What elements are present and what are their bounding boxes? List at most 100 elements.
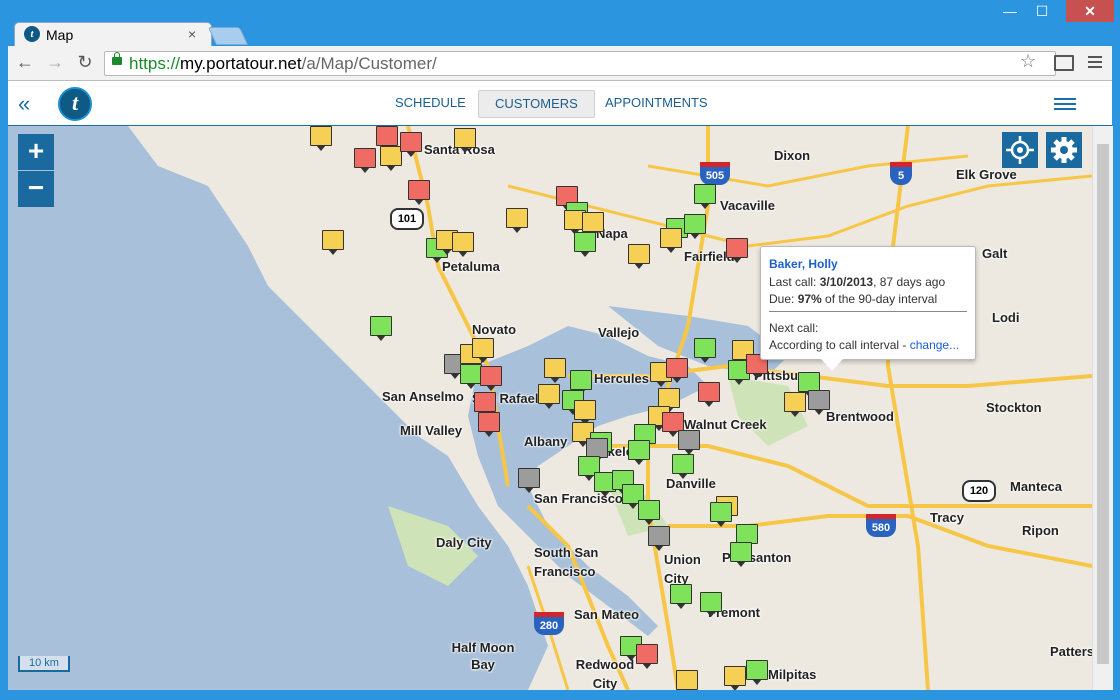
customer-marker[interactable] <box>676 670 698 690</box>
place-label: Patterson <box>1050 644 1092 659</box>
customer-marker[interactable] <box>694 338 716 363</box>
customer-marker[interactable] <box>480 366 502 391</box>
zoom-out-button[interactable]: − <box>18 171 54 207</box>
customer-name-link[interactable]: Baker, Holly <box>769 257 838 271</box>
place-label: Dixon <box>774 148 811 163</box>
portatour-favicon-icon: t <box>24 26 40 42</box>
browser-tab[interactable]: t Map × <box>14 22 212 47</box>
customer-marker[interactable] <box>724 666 746 690</box>
place-label: Brentwood <box>826 409 894 424</box>
customer-marker[interactable] <box>670 584 692 609</box>
customer-marker[interactable] <box>478 412 500 437</box>
customer-marker[interactable] <box>400 132 422 157</box>
cast-icon[interactable] <box>1054 55 1074 71</box>
highway-shield: 120 <box>962 480 996 502</box>
customer-marker[interactable] <box>684 214 706 239</box>
customer-marker[interactable] <box>376 126 398 151</box>
customer-marker[interactable] <box>636 644 658 669</box>
locate-button[interactable] <box>1002 132 1038 168</box>
customer-marker[interactable] <box>518 468 540 493</box>
due-row: Due: 97% of the 90-day interval <box>769 292 938 306</box>
place-label: Lodi <box>992 310 1020 325</box>
tab-schedule[interactable]: SCHEDULE <box>379 90 482 116</box>
tab-close-icon[interactable]: × <box>188 26 196 42</box>
customer-marker[interactable] <box>570 370 592 395</box>
customer-marker[interactable] <box>582 212 604 237</box>
place-label: Stockton <box>986 400 1042 415</box>
tab-appointments[interactable]: APPOINTMENTS <box>589 90 724 116</box>
highway-shield: 5 <box>890 162 912 185</box>
customer-marker[interactable] <box>784 392 806 417</box>
place-label: San Anselmo <box>382 389 464 404</box>
forward-arrow-icon[interactable]: → <box>44 52 66 73</box>
customer-marker[interactable] <box>628 440 650 465</box>
window-close-button[interactable]: ✕ <box>1066 0 1114 22</box>
customer-marker[interactable] <box>638 500 660 525</box>
new-tab-button[interactable] <box>207 27 249 45</box>
customer-marker[interactable] <box>574 400 596 425</box>
next-call-label: Next call: <box>769 321 819 335</box>
customer-marker[interactable] <box>694 184 716 209</box>
customer-marker[interactable] <box>454 128 476 153</box>
customer-marker[interactable] <box>574 232 596 257</box>
back-arrow-icon[interactable]: ← <box>14 52 36 73</box>
place-label: Mill Valley <box>400 423 463 438</box>
customer-marker[interactable] <box>730 542 752 567</box>
chrome-menu-icon[interactable] <box>1088 56 1102 71</box>
customer-marker[interactable] <box>736 524 758 549</box>
customer-marker[interactable] <box>672 454 694 479</box>
customer-marker[interactable] <box>746 660 768 685</box>
place-label: Danville <box>666 476 716 491</box>
highway-shield: 505 <box>700 162 730 185</box>
place-label: Ripon <box>1022 523 1059 538</box>
map-canvas[interactable]: Santa Rosa Dixon Elk Grove Vacaville Nap… <box>8 126 1092 690</box>
customer-marker[interactable] <box>808 390 830 415</box>
customer-marker[interactable] <box>658 388 680 413</box>
settings-button[interactable] <box>1046 132 1082 168</box>
window-minimize-button[interactable]: — <box>994 0 1026 22</box>
bookmark-star-icon[interactable]: ☆ <box>1020 51 1036 72</box>
lock-icon <box>112 52 122 65</box>
customer-marker[interactable] <box>538 384 560 409</box>
customer-marker[interactable] <box>798 372 820 397</box>
customer-marker[interactable] <box>710 502 732 527</box>
scrollbar-thumb[interactable] <box>1097 144 1109 664</box>
vertical-scrollbar[interactable] <box>1092 126 1113 690</box>
customer-marker[interactable] <box>322 230 344 255</box>
customer-marker[interactable] <box>474 392 496 417</box>
zoom-in-button[interactable]: + <box>18 134 54 170</box>
customer-marker[interactable] <box>506 208 528 233</box>
customer-marker[interactable] <box>648 526 670 551</box>
collapse-chevrons-icon[interactable]: « <box>18 91 31 117</box>
customer-marker[interactable] <box>666 358 688 383</box>
tab-customers[interactable]: CUSTOMERS <box>478 90 595 118</box>
customer-marker[interactable] <box>310 126 332 151</box>
customer-marker[interactable] <box>408 180 430 205</box>
place-label: South San Francisco <box>534 545 599 579</box>
customer-marker[interactable] <box>678 430 700 455</box>
customer-marker[interactable] <box>472 338 494 363</box>
window-maximize-button[interactable]: ☐ <box>1026 0 1058 22</box>
customer-marker[interactable] <box>698 382 720 407</box>
menu-icon[interactable] <box>1054 98 1076 113</box>
address-bar[interactable]: https://my.portatour.net/a/Map/Customer/ <box>104 51 1056 76</box>
customer-marker[interactable] <box>660 228 682 253</box>
customer-marker[interactable] <box>544 358 566 383</box>
place-label: Elk Grove <box>956 167 1017 182</box>
change-link[interactable]: change... <box>910 338 959 352</box>
place-label: Novato <box>472 322 517 337</box>
customer-marker[interactable] <box>662 412 684 437</box>
customer-marker[interactable] <box>370 316 392 341</box>
customer-marker[interactable] <box>700 592 722 617</box>
place-label: Petaluma <box>442 259 500 274</box>
customer-marker[interactable] <box>460 364 482 389</box>
customer-marker[interactable] <box>354 148 376 173</box>
customer-marker[interactable] <box>380 146 402 171</box>
portatour-logo[interactable]: t <box>58 87 92 121</box>
customer-marker[interactable] <box>586 438 608 463</box>
customer-marker[interactable] <box>726 238 748 263</box>
customer-marker[interactable] <box>628 244 650 269</box>
customer-marker[interactable] <box>452 232 474 257</box>
highway-shield: 580 <box>866 514 896 537</box>
reload-icon[interactable]: ↻ <box>74 52 96 73</box>
